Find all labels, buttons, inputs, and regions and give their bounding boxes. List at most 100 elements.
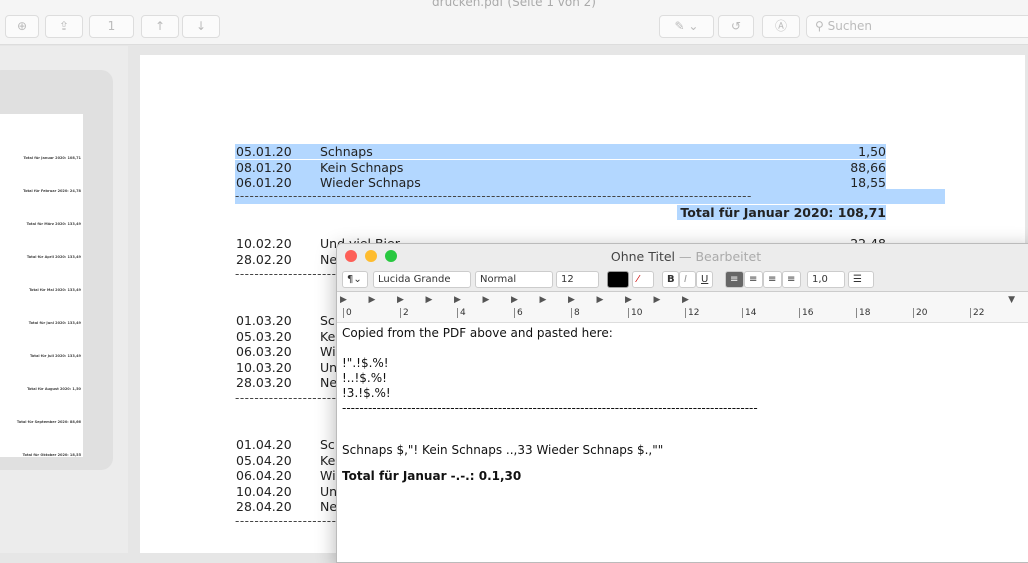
pdf-description: Ke	[320, 452, 336, 468]
share-button[interactable]: ⇪	[45, 15, 83, 38]
pdf-date: 06.04.20	[236, 468, 292, 483]
pdf-date: 05.01.20	[236, 144, 292, 159]
tab-stop-icon[interactable]: ▶	[397, 295, 404, 305]
pdf-date: 05.03.20	[236, 328, 292, 344]
pdf-description: Wieder Schnaps	[320, 175, 421, 190]
tab-stop-icon[interactable]: ▶	[369, 295, 376, 305]
tab-stop-icon[interactable]: ▶	[483, 295, 490, 305]
ruler-label: 10	[628, 308, 642, 318]
tab-stop-icon[interactable]: ▶	[568, 295, 575, 305]
pdf-date: 28.04.20	[236, 499, 292, 514]
pdf-date: 06.01.20	[236, 175, 292, 190]
pdf-date: 28.03.20	[236, 375, 292, 390]
pdf-date: 10.02.20	[236, 236, 292, 251]
thumbnail-total: Total für März 2020: 133,49	[26, 222, 81, 226]
tab-stop-icon[interactable]: ▶	[540, 295, 547, 305]
right-margin-icon[interactable]: ▼	[1008, 295, 1015, 305]
textedit-window: Ohne Titel — Bearbeitet ¶⌄ Lucida Grande…	[336, 243, 1028, 563]
pdf-description: Ne	[320, 499, 338, 514]
pdf-description: Ne	[320, 251, 338, 267]
text-area[interactable]: Copied from the PDF above and pasted her…	[337, 323, 1028, 487]
tab-stop-icon[interactable]: ▶	[654, 295, 661, 305]
text-line: Schnaps $,"! Kein Schnaps ..,33 Wieder S…	[342, 443, 664, 457]
paragraph-style-menu[interactable]: ¶⌄	[342, 271, 368, 288]
text-line: !..!$.%!	[342, 371, 387, 385]
pdf-description: Un	[320, 359, 338, 375]
pdf-date: 10.04.20	[236, 483, 292, 499]
underline-button[interactable]: U	[696, 271, 713, 288]
close-button[interactable]	[345, 250, 357, 262]
page-down-icon: ↓	[195, 19, 207, 33]
line-spacing-select[interactable]: 1,0	[807, 271, 845, 288]
pdf-date: 06.03.20	[236, 344, 292, 359]
document-title: Ohne Titel	[610, 249, 676, 264]
share-icon: ⇪	[58, 19, 70, 33]
ruler-label: 6	[514, 308, 523, 318]
thumbnail-sidebar: Total für Januar 2020: 108,71 Total für F…	[0, 46, 128, 553]
pdf-description: Ne	[320, 375, 338, 390]
align-right-button[interactable]: ≡	[763, 271, 782, 288]
pdf-description: Un	[320, 483, 338, 499]
annotate-icon: Ⓐ	[774, 19, 787, 33]
pdf-date: 28.02.20	[236, 251, 292, 267]
ruler-label: 12	[685, 308, 699, 318]
search-input[interactable]: ⚲ Suchen	[806, 15, 1028, 38]
pdf-description: Ke	[320, 328, 336, 344]
thumbnail-total: Total für August 2020: 1,50	[27, 387, 81, 391]
rotate-icon: ↺	[730, 19, 742, 33]
tab-stop-icon[interactable]: ▶	[625, 295, 632, 305]
text-line: Copied from the PDF above and pasted her…	[342, 326, 613, 340]
dashed-separator: ----------------------------------------…	[235, 189, 945, 204]
rotate-button[interactable]: ↺	[718, 15, 754, 38]
pdf-date: 01.04.20	[236, 437, 292, 452]
tab-stop-icon[interactable]: ▶	[511, 295, 518, 305]
next-page-button[interactable]: ↓	[182, 15, 220, 38]
pdf-description: Kein Schnaps	[320, 159, 404, 175]
page-number-field[interactable]: 1	[89, 15, 134, 38]
list-icon: ☰	[853, 274, 862, 285]
markup-button[interactable]: ✎ ⌄	[659, 15, 714, 38]
tab-stop-icon[interactable]: ▶	[454, 295, 461, 305]
ruler-label: 14	[742, 308, 756, 318]
zoom-window-button[interactable]	[385, 250, 397, 262]
pdf-date: 10.03.20	[236, 359, 292, 375]
list-menu[interactable]: ☰	[848, 271, 874, 288]
tab-stop-icon[interactable]: ▶	[682, 295, 689, 305]
text-line	[342, 416, 1028, 431]
italic-button[interactable]: I	[679, 271, 696, 288]
tab-stop-icon[interactable]: ▶	[597, 295, 604, 305]
align-left-button[interactable]: ≡	[725, 271, 744, 288]
tab-stop-icon[interactable]: ▶	[426, 295, 433, 305]
font-size-value: 12	[561, 274, 574, 285]
titlebar: Ohne Titel — Bearbeitet	[337, 244, 1028, 269]
pdf-amount: 1,50	[858, 144, 886, 159]
minimize-button[interactable]	[365, 250, 377, 262]
tab-stop-icon[interactable]: ▶	[340, 295, 347, 305]
thumbnail-total: Total für Mai 2020: 133,49	[29, 288, 81, 292]
page-thumbnail[interactable]: Total für Januar 2020: 108,71 Total für F…	[0, 114, 83, 457]
pdf-description: Sc	[320, 437, 335, 452]
font-size-select[interactable]: 12	[556, 271, 599, 288]
page-up-icon: ↑	[154, 19, 166, 33]
text-line: !".!$.%!	[342, 356, 389, 370]
font-style-select[interactable]: Normal	[475, 271, 553, 288]
thumbnail-selection[interactable]: Total für Januar 2020: 108,71 Total für F…	[0, 70, 113, 470]
annotate-button[interactable]: Ⓐ	[762, 15, 800, 38]
text-line	[342, 341, 1028, 356]
ruler[interactable]: ▶ ▶ ▶ ▶ ▶ ▶ ▶ ▶ ▶ ▶ ▶ ▶ ▶ ▼ 0 2 4 6 8 10 12 14 16 18 20 22	[337, 291, 1028, 323]
pdf-description: Schnaps	[320, 144, 373, 159]
previous-page-button[interactable]: ↑	[141, 15, 179, 38]
font-family-select[interactable]: Lucida Grande	[373, 271, 471, 288]
font-style-value: Normal	[480, 274, 517, 285]
zoom-button[interactable]: ⊕	[5, 15, 39, 38]
line-spacing-value: 1,0	[812, 274, 828, 285]
toolbar: drucken.pdf (Seite 1 von 2) ⊕ ⇪ 1 ↑ ↓ ✎ …	[0, 0, 1028, 45]
background-color-well[interactable]: ⁄	[632, 271, 654, 288]
align-center-button[interactable]: ≡	[744, 271, 763, 288]
text-line: !3.!$.%!	[342, 386, 391, 400]
text-color-well[interactable]	[607, 271, 629, 288]
thumbnail-total: Total für September 2020: 88,66	[16, 420, 81, 424]
search-icon: ⚲	[815, 19, 828, 33]
justify-button[interactable]: ≡	[782, 271, 801, 288]
bold-button[interactable]: B	[662, 271, 679, 288]
